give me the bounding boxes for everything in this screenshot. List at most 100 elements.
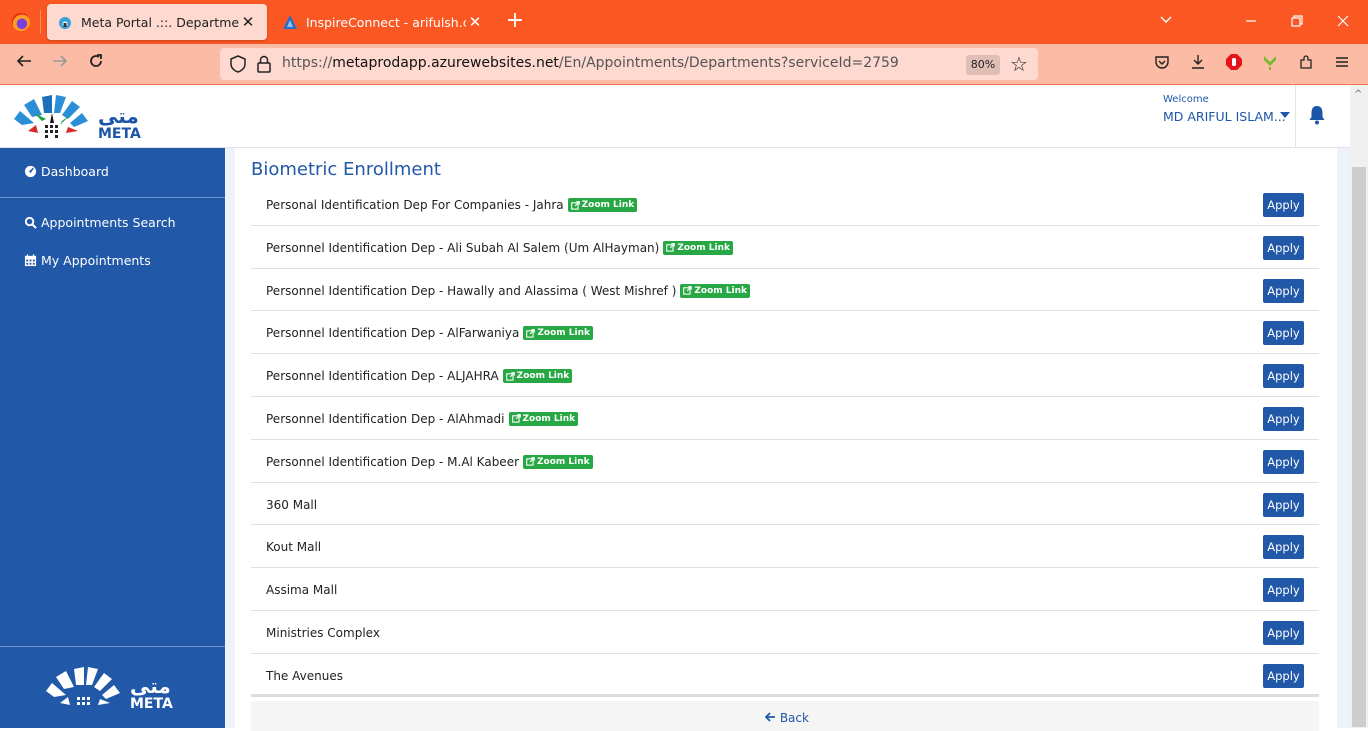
site-header: متى META Welcome MD ARIFUL ISLAM... [0, 85, 1350, 148]
close-window-button[interactable] [1328, 10, 1358, 34]
apply-button[interactable]: Apply [1263, 578, 1304, 603]
apply-button[interactable]: Apply [1263, 364, 1304, 389]
welcome-label: Welcome [1163, 94, 1209, 105]
browser-tab-bar: Meta Portal .::. Departments ✕ InspireCo… [0, 0, 1368, 44]
sidebar-item-label: Dashboard [41, 164, 109, 179]
back-label: Back [779, 711, 809, 725]
apply-button[interactable]: Apply [1263, 406, 1304, 431]
new-tab-button[interactable]: + [504, 10, 526, 34]
apply-button[interactable]: Apply [1263, 235, 1304, 260]
apply-button[interactable]: Apply [1263, 278, 1304, 303]
meta-logo[interactable]: متى META [12, 91, 152, 143]
pocket-icon[interactable] [1150, 53, 1174, 77]
zoom-link-label: Zoom Link [522, 413, 576, 424]
reload-icon[interactable] [83, 52, 109, 78]
sidebar-item-label: My Appointments [41, 253, 151, 268]
notification-bell-icon[interactable] [1308, 105, 1326, 125]
url-domain: metaprodapp.azurewebsites.net [332, 55, 559, 71]
restore-button[interactable] [1282, 10, 1312, 34]
firefox-icon[interactable] [12, 13, 30, 31]
external-link-icon [526, 457, 535, 466]
minimize-button[interactable] [1236, 10, 1266, 34]
adblock-icon[interactable] [1222, 53, 1246, 77]
department-name-cell: Personnel Identification Dep - ALJAHRA Zo… [266, 369, 573, 384]
external-link-icon [511, 414, 521, 424]
department-name: Kout Mall [266, 540, 322, 555]
apply-button[interactable]: Apply [1263, 321, 1304, 346]
sidebar-divider [0, 197, 225, 198]
web-page: متى META Welcome MD ARIFUL ISLAM... Dash… [0, 85, 1350, 731]
department-name-cell: Ministries Complex [266, 626, 380, 640]
zoom-link-label: Zoom Link [694, 285, 748, 296]
back-arrow-icon[interactable] [11, 52, 37, 78]
external-link-icon [505, 371, 515, 381]
sidebar-item-my-appointments[interactable]: My Appointments [24, 253, 151, 268]
menu-hamburger-icon[interactable] [1330, 53, 1354, 77]
scroll-up-icon[interactable]: ^ [1354, 89, 1362, 100]
calendar-icon [24, 254, 37, 267]
apply-button[interactable]: Apply [1263, 449, 1304, 474]
zoom-link-badge[interactable]: Zoom Link [523, 326, 593, 341]
zoom-link-badge[interactable]: Zoom Link [567, 198, 638, 212]
department-list: Personal Identification Dep For Companie… [251, 183, 1319, 697]
tab-meta-portal[interactable]: Meta Portal .::. Departments ✕ [47, 4, 267, 40]
user-menu-caret-icon[interactable] [1280, 112, 1290, 118]
department-row: Personnel Identification Dep - Ali Subah… [251, 226, 1319, 269]
bookmark-star-icon[interactable]: ☆ [1010, 52, 1028, 76]
zoom-link-badge[interactable]: Zoom Link [508, 411, 579, 426]
lock-icon[interactable] [254, 54, 274, 74]
shield-icon[interactable] [228, 54, 248, 74]
department-row: Personnel Identification Dep - AlAhmadi Z… [251, 397, 1319, 440]
zoom-link-badge[interactable]: Zoom Link [680, 283, 751, 298]
tab-title: Meta Portal .::. Departments [81, 14, 239, 30]
address-bar[interactable]: https://metaprodapp.azurewebsites.net/En… [220, 48, 1038, 80]
department-name-cell: 360 Mall [266, 498, 317, 512]
department-name-cell: Kout Mall [266, 540, 321, 554]
department-row: Personnel Identification Dep - ALJAHRA Zo… [251, 354, 1319, 397]
forward-arrow-icon[interactable] [47, 52, 73, 78]
zoom-link-label: Zoom Link [677, 242, 730, 253]
tab-inspireconnect[interactable]: InspireConnect - arifulsh.com ✕ [272, 4, 494, 40]
department-name: Assima Mall [266, 583, 338, 598]
meta-logo-white: متى META [46, 667, 173, 712]
tab-title: InspireConnect - arifulsh.com [306, 14, 466, 30]
department-name-cell: Personnel Identification Dep - M.Al Kabe… [266, 454, 593, 469]
zoom-link-badge[interactable]: Zoom Link [502, 369, 573, 384]
download-manager-extension-icon[interactable] [1258, 53, 1282, 77]
apply-button[interactable]: Apply [1263, 620, 1304, 645]
footer-bar: Back [251, 701, 1319, 731]
url-prefix: https:// [282, 55, 333, 71]
zoom-link-label: Zoom Link [581, 200, 635, 210]
department-row: Personnel Identification Dep - AlFarwani… [251, 311, 1319, 355]
apply-button[interactable]: Apply [1263, 663, 1304, 688]
back-link[interactable]: Back [764, 711, 809, 725]
zoom-link-badge[interactable]: Zoom Link [523, 454, 593, 469]
zoom-level-badge[interactable]: 80% [966, 55, 1000, 75]
sidebar-item-label: Appointments Search [41, 215, 176, 230]
apply-button[interactable]: Apply [1263, 492, 1304, 517]
scrollbar-thumb[interactable] [1352, 167, 1366, 727]
tab-list-chevron-icon[interactable] [1151, 10, 1181, 34]
department-name: Personnel Identification Dep - AlFarwani… [266, 326, 520, 341]
external-link-icon [526, 329, 536, 338]
page-scrollbar[interactable]: ^ [1350, 85, 1368, 728]
department-row: Personal Identification Dep For Companie… [251, 183, 1319, 226]
url-text[interactable]: https://metaprodapp.azurewebsites.net/En… [282, 55, 899, 71]
sidebar-item-dashboard[interactable]: Dashboard [24, 164, 109, 179]
arrow-left-icon [764, 712, 775, 722]
sidebar: Dashboard Appointments Search My Appoint… [0, 148, 225, 728]
department-row: Assima Mall Apply [251, 568, 1319, 611]
user-name-menu[interactable]: MD ARIFUL ISLAM... [1163, 109, 1286, 124]
department-name: Personnel Identification Dep - AlAhmadi [266, 411, 505, 426]
svg-text:متى: متى [130, 674, 171, 698]
extensions-puzzle-icon[interactable] [1294, 53, 1318, 77]
department-name: 360 Mall [266, 497, 318, 512]
tab-close-icon[interactable]: ✕ [466, 13, 484, 31]
download-icon[interactable] [1186, 53, 1210, 77]
sidebar-item-appointments-search[interactable]: Appointments Search [24, 215, 176, 230]
zoom-link-label: Zoom Link [537, 456, 590, 467]
tab-close-icon[interactable]: ✕ [239, 13, 257, 31]
zoom-link-badge[interactable]: Zoom Link [663, 240, 733, 255]
apply-button[interactable]: Apply [1263, 193, 1304, 217]
apply-button[interactable]: Apply [1263, 535, 1304, 560]
